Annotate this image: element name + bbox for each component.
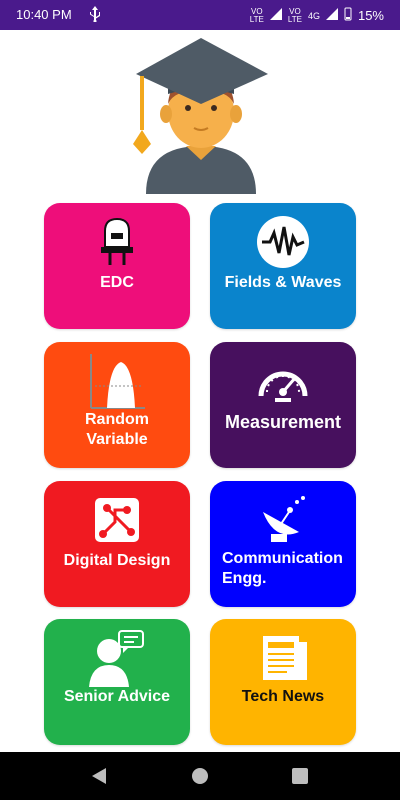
- signal1-icon: [269, 8, 282, 23]
- tile-measurement[interactable]: Measurement: [210, 342, 356, 468]
- battery-percent: 15%: [357, 8, 384, 23]
- circuit-icon: [44, 491, 190, 549]
- satellite-dish-icon: [210, 491, 356, 549]
- usb-icon: [88, 6, 102, 25]
- tile-senior-advice[interactable]: Senior Advice: [44, 619, 190, 745]
- tile-label: Measurement: [224, 412, 342, 432]
- status-time: 10:40 PM: [16, 7, 72, 22]
- tile-label: EDC: [100, 274, 134, 291]
- recents-button[interactable]: [290, 766, 310, 791]
- tile-label: Communication Engg.: [222, 550, 343, 587]
- tile-label: Random Variable: [85, 411, 149, 448]
- navigation-bar: [0, 752, 400, 800]
- tile-label: Digital Design: [63, 552, 171, 569]
- tile-label: Senior Advice: [63, 688, 171, 705]
- tile-label: Tech News: [241, 688, 325, 705]
- tile-label: Fields & Waves: [224, 274, 342, 291]
- status-right-group: VO LTE VO LTE 4G 15%: [250, 7, 384, 24]
- battery-icon: [344, 7, 352, 24]
- tile-tech-news[interactable]: Tech News: [210, 619, 356, 745]
- tile-random-variable[interactable]: Random Variable: [44, 342, 190, 468]
- newspaper-icon: [210, 629, 356, 687]
- diode-icon: [44, 213, 190, 271]
- bell-curve-icon: [44, 352, 190, 410]
- graduate-avatar-illustration: [128, 34, 274, 194]
- status-bar: 10:40 PM VO LTE VO LTE 4G 15%: [0, 0, 400, 30]
- tile-edc[interactable]: EDC: [44, 203, 190, 329]
- advisor-chat-icon: [44, 629, 190, 687]
- home-button[interactable]: [190, 766, 210, 791]
- tile-communication-engg[interactable]: Communication Engg.: [210, 481, 356, 607]
- volte1-icon: VO LTE: [249, 6, 264, 24]
- back-button[interactable]: [90, 766, 110, 791]
- waveform-icon: [210, 213, 356, 271]
- signal2-icon: [325, 8, 338, 23]
- volte2-icon: VO LTE: [287, 6, 302, 24]
- speedometer-icon: [210, 352, 356, 410]
- network-type: 4G: [307, 10, 320, 21]
- tile-fields-waves[interactable]: Fields & Waves: [210, 203, 356, 329]
- tile-digital-design[interactable]: Digital Design: [44, 481, 190, 607]
